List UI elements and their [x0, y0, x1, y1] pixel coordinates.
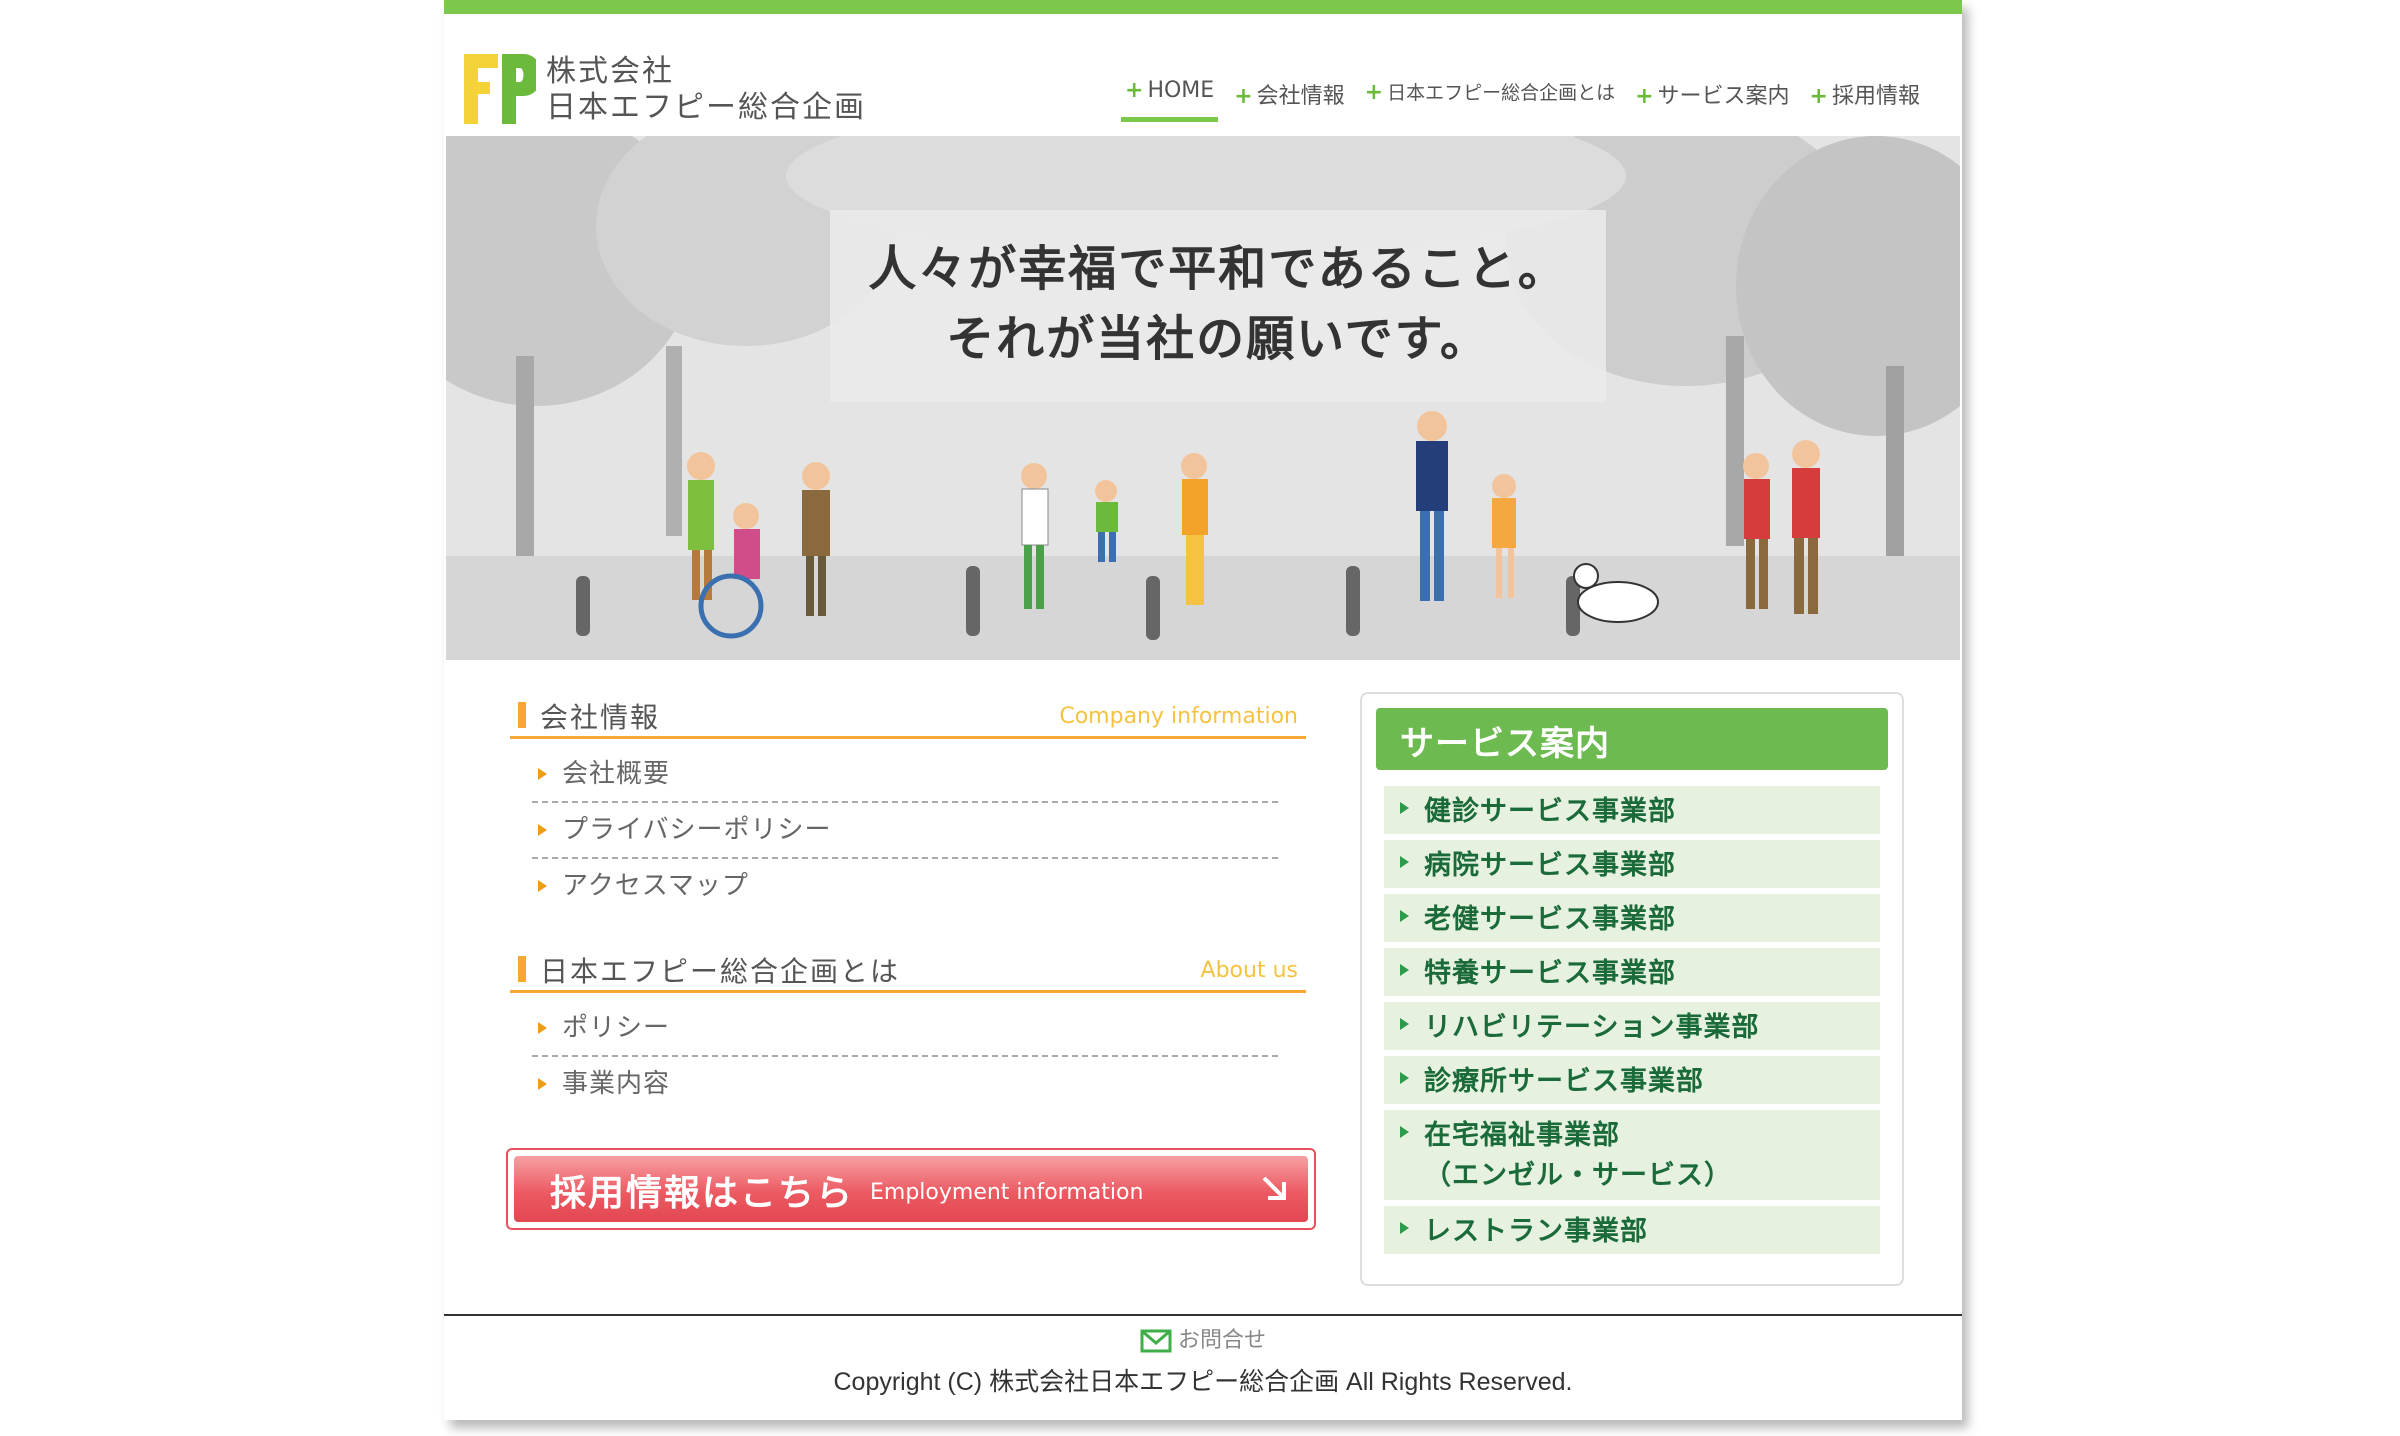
arrow-right-icon [1400, 1072, 1409, 1084]
service-roken[interactable]: 老健サービス事業部 [1384, 894, 1880, 942]
arrow-down-right-icon [1262, 1176, 1286, 1200]
service-label: 病院サービス事業部 [1424, 850, 1676, 881]
link-label: 会社概要 [562, 759, 671, 789]
copyright-text: Copyright (C) 株式会社日本エフピー総合企画 All Rights … [833, 1368, 1573, 1396]
arrow-right-icon [538, 880, 547, 892]
heading-bar-icon [518, 702, 526, 728]
contact-label: お問合せ [1177, 1328, 1266, 1353]
service-tokuyo[interactable]: 特養サービス事業部 [1384, 948, 1880, 996]
nav-home[interactable]: + HOME [1115, 78, 1224, 122]
link-privacy-policy[interactable]: プライバシーポリシー [532, 803, 1278, 859]
recruit-banner-bg: 採用情報はこちら Employment information [514, 1156, 1308, 1222]
services-title: サービス案内 [1400, 724, 1610, 764]
about-title: 日本エフピー総合企画とは [540, 955, 901, 988]
about-title-en: About us [1200, 958, 1298, 983]
page: 株式会社 日本エフピー総合企画 + HOME + 会社情報 + 日本エフピー総合企画と… [444, 0, 1962, 1420]
service-sublabel: （エンゼル・サービス） [1424, 1160, 1732, 1191]
hero-line-1: 人々が幸福で平和であること。 [868, 241, 1568, 297]
link-label: ポリシー [562, 1013, 671, 1043]
link-label: プライバシーポリシー [562, 815, 832, 845]
link-company-overview[interactable]: 会社概要 [532, 747, 1278, 803]
arrow-right-icon [538, 768, 547, 780]
nav-about-label: 日本エフピー総合企画とは [1387, 82, 1616, 104]
arrow-right-icon [538, 1022, 547, 1034]
service-restaurant[interactable]: レストラン事業部 [1384, 1206, 1880, 1254]
service-clinic[interactable]: 診療所サービス事業部 [1384, 1056, 1880, 1104]
mail-icon [1140, 1329, 1172, 1353]
service-label: 老健サービス事業部 [1424, 904, 1676, 935]
arrow-right-icon [538, 1078, 547, 1090]
service-label: 健診サービス事業部 [1424, 796, 1676, 827]
link-policy[interactable]: ポリシー [532, 1001, 1278, 1057]
about-section: 日本エフピー総合企画とは About us ポリシー 事業内容 [510, 944, 1306, 1111]
company-info-links: 会社概要 プライバシーポリシー アクセスマップ [510, 747, 1306, 913]
nav-recruit[interactable]: + 採用情報 [1800, 78, 1930, 122]
plus-icon: + [1364, 80, 1384, 105]
plus-icon: + [1125, 78, 1144, 103]
link-access-map[interactable]: アクセスマップ [532, 859, 1278, 913]
about-links: ポリシー 事業内容 [510, 1001, 1306, 1111]
top-accent-bar [444, 0, 1962, 14]
company-info-title-en: Company information [1059, 704, 1298, 729]
arrow-right-icon [1400, 964, 1409, 976]
plus-icon: + [1234, 84, 1253, 109]
company-info-section: 会社情報 Company information 会社概要 プライバシーポリシー… [510, 690, 1306, 913]
nav-about[interactable]: + 日本エフピー総合企画とは [1355, 78, 1625, 122]
arrow-right-icon [1400, 910, 1409, 922]
recruit-label: 採用情報はこちら [550, 1173, 855, 1214]
company-info-title: 会社情報 [540, 701, 661, 734]
link-label: アクセスマップ [562, 871, 749, 901]
plus-icon: + [1635, 84, 1654, 109]
nav-home-label: HOME [1147, 78, 1215, 103]
services-list: 健診サービス事業部 病院サービス事業部 老健サービス事業部 特養サービス事業部 … [1384, 786, 1880, 1260]
service-label: レストラン事業部 [1424, 1216, 1648, 1247]
about-heading: 日本エフピー総合企画とは About us [510, 944, 1306, 993]
service-home-welfare[interactable]: 在宅福祉事業部 （エンゼル・サービス） [1384, 1110, 1880, 1200]
service-label-multiline: 在宅福祉事業部 （エンゼル・サービス） [1424, 1116, 1732, 1196]
nav-services-label: サービス案内 [1657, 84, 1790, 109]
contact-link[interactable]: お問合せ [444, 1322, 1962, 1354]
nav-services[interactable]: + サービス案内 [1625, 78, 1799, 122]
arrow-right-icon [1400, 1126, 1409, 1138]
arrow-right-icon [1400, 1018, 1409, 1030]
arrow-right-icon [1400, 1222, 1409, 1234]
service-rehabilitation[interactable]: リハビリテーション事業部 [1384, 1002, 1880, 1050]
service-label: 在宅福祉事業部 [1424, 1120, 1620, 1151]
logo-line-1: 株式会社 [546, 54, 674, 89]
recruit-label-en: Employment information [870, 1180, 1144, 1205]
company-info-heading: 会社情報 Company information [510, 690, 1306, 739]
heading-bar-icon [518, 956, 526, 982]
logo-line-2: 日本エフピー総合企画 [546, 90, 866, 125]
arrow-right-icon [1400, 856, 1409, 868]
arrow-right-icon [1400, 802, 1409, 814]
recruit-banner-button[interactable]: 採用情報はこちら Employment information [506, 1148, 1316, 1230]
nav-company[interactable]: + 会社情報 [1224, 78, 1354, 122]
service-hospital[interactable]: 病院サービス事業部 [1384, 840, 1880, 888]
link-label: 事業内容 [562, 1069, 671, 1099]
nav-company-label: 会社情報 [1256, 84, 1345, 109]
logo-text: 株式会社 日本エフピー総合企画 [546, 54, 866, 126]
global-nav: + HOME + 会社情報 + 日本エフピー総合企画とは + サービス案内 + 採用情報 [1115, 78, 1930, 122]
footer-divider [444, 1314, 1962, 1316]
service-checkup[interactable]: 健診サービス事業部 [1384, 786, 1880, 834]
hero-line-2: それが当社の願いです。 [946, 311, 1490, 367]
service-label: リハビリテーション事業部 [1424, 1012, 1760, 1043]
service-label: 特養サービス事業部 [1424, 958, 1676, 989]
arrow-right-icon [538, 824, 547, 836]
plus-icon: + [1809, 84, 1828, 109]
nav-recruit-label: 採用情報 [1831, 84, 1920, 109]
hero-image: 人々が幸福で平和であること。 それが当社の願いです。 [446, 136, 1960, 660]
hero-catchcopy: 人々が幸福で平和であること。 それが当社の願いです。 [830, 210, 1606, 402]
link-business[interactable]: 事業内容 [532, 1057, 1278, 1111]
services-heading: サービス案内 [1376, 708, 1888, 770]
company-logo[interactable]: 株式会社 日本エフピー総合企画 [462, 50, 902, 130]
fp-logo-icon [464, 54, 536, 124]
service-label: 診療所サービス事業部 [1424, 1066, 1704, 1097]
services-panel: サービス案内 健診サービス事業部 病院サービス事業部 老健サービス事業部 特養サ… [1360, 692, 1904, 1286]
